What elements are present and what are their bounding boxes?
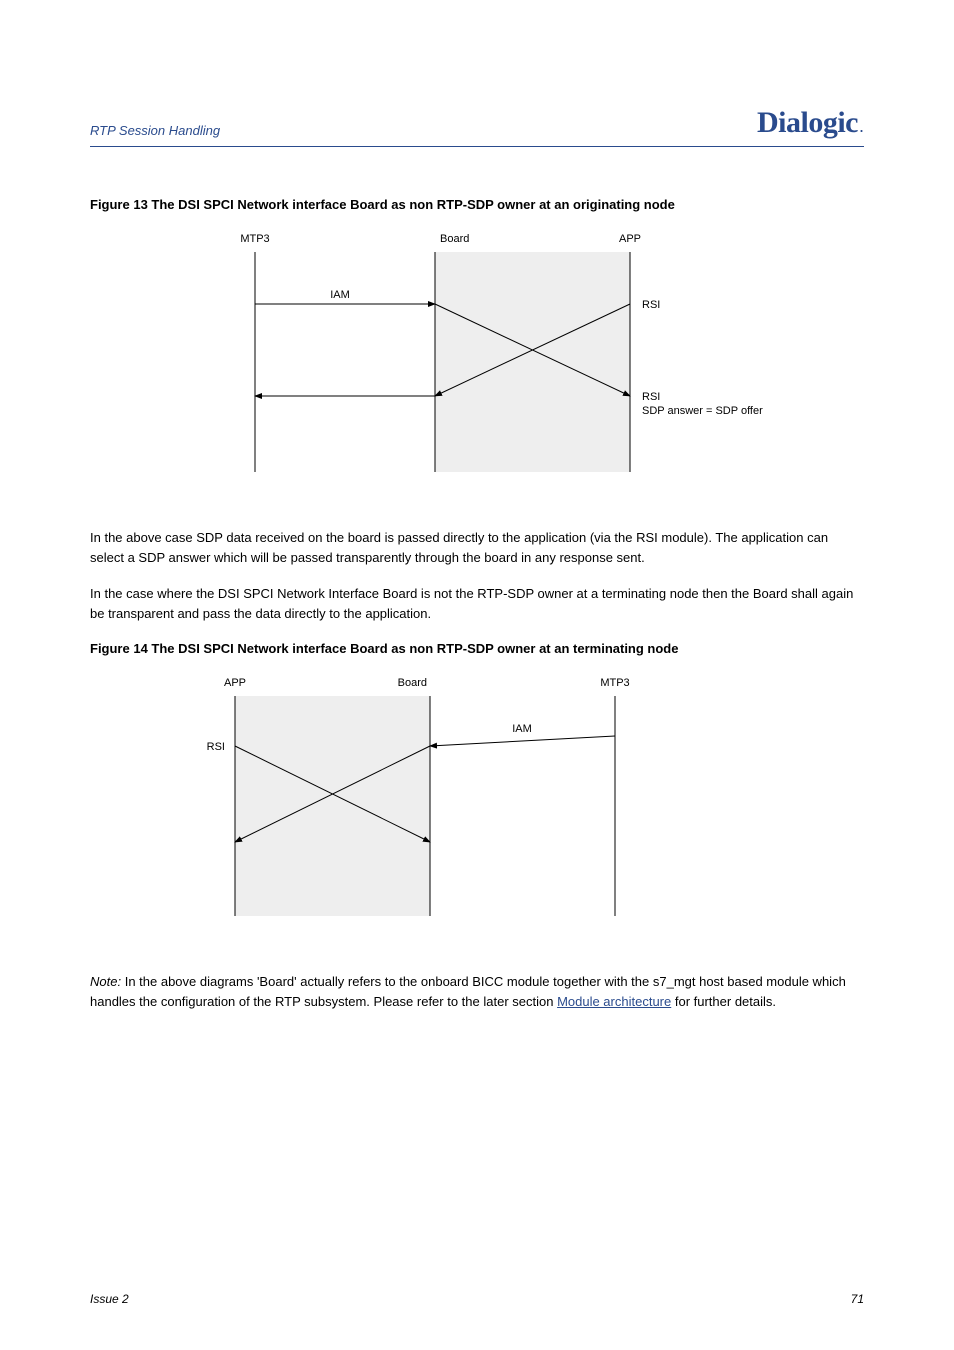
- label-rsi-1: RSI: [642, 299, 660, 311]
- footer-page-number: 71: [851, 1292, 864, 1306]
- label-rsi-2: RSI: [642, 391, 660, 403]
- page-footer: Issue 2 71: [90, 1292, 864, 1306]
- note-label: Note:: [90, 974, 121, 989]
- board-region-2: [235, 696, 430, 916]
- label-app: APP: [619, 233, 641, 245]
- logo-text: Dialogic: [757, 108, 858, 138]
- logo-dot-icon: .: [859, 117, 864, 135]
- figure-13-caption: Figure 13 The DSI SPCI Network interface…: [90, 197, 864, 212]
- board-region: [435, 252, 630, 472]
- label-board: Board: [440, 233, 469, 245]
- note-after: for further details.: [671, 994, 776, 1009]
- module-architecture-link[interactable]: Module architecture: [557, 994, 671, 1009]
- label-sdp: SDP answer = SDP offer: [642, 405, 763, 417]
- chapter-name: RTP Session Handling: [90, 123, 220, 138]
- footer-issue: Issue 2: [90, 1292, 129, 1306]
- page-header: RTP Session Handling Dialogic .: [90, 108, 864, 138]
- brand-logo: Dialogic .: [757, 108, 864, 138]
- paragraph-1: In the above case SDP data received on t…: [90, 528, 864, 568]
- figure-14-diagram: APP Board MTP3 IAM RSI: [90, 672, 864, 932]
- label-board-2: Board: [398, 677, 427, 689]
- paragraph-2: In the case where the DSI SPCI Network I…: [90, 584, 864, 624]
- label-rsi-3: RSI: [207, 741, 225, 753]
- figure-13-diagram: MTP3 Board APP IAM RSI RSI SDP answer = …: [90, 228, 864, 488]
- label-iam-2: IAM: [512, 723, 532, 735]
- figure-14-caption: Figure 14 The DSI SPCI Network interface…: [90, 641, 864, 656]
- note-paragraph: Note: In the above diagrams 'Board' actu…: [90, 972, 864, 1012]
- header-rule: [90, 146, 864, 147]
- label-mtp3-2: MTP3: [600, 677, 629, 689]
- label-mtp3: MTP3: [240, 233, 269, 245]
- label-app-2: APP: [224, 677, 246, 689]
- label-iam: IAM: [330, 289, 350, 301]
